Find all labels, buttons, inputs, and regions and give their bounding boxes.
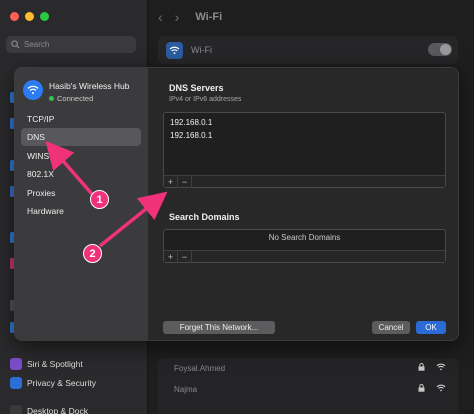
- search-domains-list[interactable]: No Search Domains + −: [163, 229, 446, 263]
- list-item[interactable]: 192.168.0.1: [164, 116, 445, 129]
- status-dot-icon: [49, 96, 54, 101]
- search-input[interactable]: Search: [6, 36, 136, 53]
- hand-icon: [10, 377, 22, 389]
- dialog-content: DNS Servers IPv4 or IPv6 addresses 192.1…: [149, 68, 458, 340]
- empty-list-text: No Search Domains: [268, 233, 341, 242]
- search-icon: [11, 40, 20, 49]
- forward-arrow-icon[interactable]: ›: [175, 9, 180, 25]
- dns-servers-title: DNS Servers: [169, 83, 224, 93]
- lock-icon: [418, 363, 425, 373]
- network-name: Foysal.Ahmed: [174, 364, 226, 373]
- dns-servers-list[interactable]: 192.168.0.1 192.168.0.1 + −: [163, 112, 446, 188]
- network-name: Najma: [174, 385, 198, 394]
- wifi-icon: [166, 41, 183, 59]
- cancel-button[interactable]: Cancel: [372, 321, 410, 334]
- minimize-window-button[interactable]: [25, 12, 34, 21]
- network-status-label: Connected: [57, 94, 94, 103]
- dns-list-toolbar: + −: [164, 175, 445, 188]
- sidebar-item-label: Siri & Spotlight: [27, 359, 83, 369]
- tab-proxies[interactable]: Proxies: [21, 184, 141, 202]
- network-status: Connected: [49, 94, 93, 103]
- search-domains-title: Search Domains: [169, 212, 240, 222]
- search-domains-toolbar: + −: [164, 250, 445, 263]
- tab-dns[interactable]: DNS: [21, 128, 141, 146]
- wifi-card-label: Wi-Fi: [191, 45, 212, 55]
- sidebar-item-siri-spotlight[interactable]: Siri & Spotlight: [10, 358, 83, 370]
- tab-802-1x[interactable]: 802.1X: [21, 165, 141, 183]
- tab-hardware[interactable]: Hardware: [21, 202, 141, 220]
- siri-icon: [10, 358, 22, 370]
- tab-tcp-ip[interactable]: TCP/IP: [21, 110, 141, 128]
- sidebar-item-label: Privacy & Security: [27, 378, 96, 388]
- add-dns-server-button[interactable]: +: [164, 175, 178, 188]
- page-title: Wi-Fi: [195, 11, 223, 23]
- forget-network-button[interactable]: Forget This Network...: [163, 321, 275, 334]
- list-item[interactable]: 192.168.0.1: [164, 129, 445, 142]
- lock-icon: [418, 384, 425, 394]
- tab-wins[interactable]: WINS: [21, 147, 141, 165]
- close-window-button[interactable]: [10, 12, 19, 21]
- annotation-badge-2: 2: [83, 244, 102, 263]
- wifi-toggle-card: Wi-Fi: [158, 36, 458, 64]
- list-item[interactable]: Foysal.Ahmed: [158, 358, 458, 379]
- zoom-window-button[interactable]: [40, 12, 49, 21]
- add-search-domain-button[interactable]: +: [164, 250, 178, 263]
- ok-button[interactable]: OK: [416, 321, 446, 334]
- sidebar-item-desktop-dock[interactable]: Desktop & Dock: [10, 405, 88, 414]
- back-arrow-icon[interactable]: ‹: [158, 9, 163, 25]
- dns-servers-subtitle: IPv4 or IPv6 addresses: [169, 96, 242, 103]
- remove-search-domain-button[interactable]: −: [178, 250, 192, 263]
- sidebar-item-privacy-security[interactable]: Privacy & Security: [10, 377, 96, 389]
- network-details-dialog: Hasib's Wireless Hub Connected TCP/IP DN…: [14, 67, 459, 341]
- wifi-network-icon: [23, 80, 43, 100]
- network-name: Hasib's Wireless Hub: [49, 81, 130, 91]
- dialog-sidebar: Hasib's Wireless Hub Connected TCP/IP DN…: [15, 68, 149, 340]
- search-placeholder: Search: [24, 40, 50, 49]
- known-networks-list: Foysal.Ahmed Najma: [158, 358, 458, 414]
- annotation-badge-1: 1: [90, 190, 109, 209]
- wifi-signal-icon: [436, 384, 446, 394]
- settings-titlebar: ‹ › Wi-Fi: [148, 0, 474, 34]
- wifi-toggle[interactable]: [428, 43, 452, 56]
- sidebar-item-label: Desktop & Dock: [27, 406, 88, 414]
- dock-icon: [10, 405, 22, 414]
- list-item[interactable]: Najma: [158, 379, 458, 400]
- remove-dns-server-button[interactable]: −: [178, 175, 192, 188]
- wifi-signal-icon: [436, 363, 446, 373]
